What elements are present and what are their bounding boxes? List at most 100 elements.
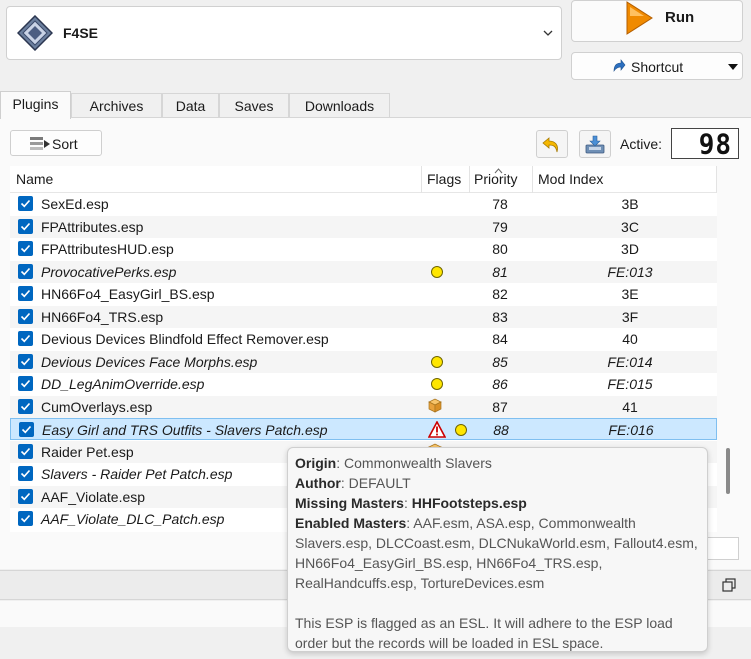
plugin-name: FPAttributesHUD.esp xyxy=(41,241,174,257)
esl-flag-icon xyxy=(455,424,467,436)
column-separator[interactable] xyxy=(532,166,533,193)
plugin-mod-index: 41 xyxy=(622,398,638,415)
column-flags-header[interactable]: Flags xyxy=(427,171,461,187)
plugin-enabled-checkbox[interactable] xyxy=(18,196,33,211)
column-name-header[interactable]: Name xyxy=(16,171,53,187)
plugin-mod-index: 3F xyxy=(621,308,639,325)
column-priority-header[interactable]: Priority xyxy=(474,171,518,187)
plugin-row[interactable]: FPAttributesHUD.esp 80 3D xyxy=(10,238,717,260)
plugin-priority: 85 xyxy=(492,353,508,370)
plugin-enabled-checkbox[interactable] xyxy=(18,286,33,301)
scrollbar-thumb[interactable] xyxy=(726,448,730,494)
check-icon xyxy=(20,267,31,275)
shortcut-button[interactable]: Shortcut xyxy=(571,52,743,80)
column-separator[interactable] xyxy=(469,166,470,193)
plugin-enabled-checkbox[interactable] xyxy=(18,488,33,504)
plugin-enabled-checkbox[interactable] xyxy=(19,422,34,437)
plugin-priority: 79 xyxy=(492,218,508,235)
list-header: Name Flags Priority Mod Index xyxy=(10,166,717,193)
plugin-name: DD_LegAnimOverride.esp xyxy=(41,376,205,392)
tab-plugins[interactable]: Plugins xyxy=(0,91,71,119)
plugin-row[interactable]: DD_LegAnimOverride.esp 86 FE:015 xyxy=(10,373,717,395)
plugin-name: Easy Girl and TRS Outfits - Slavers Patc… xyxy=(42,422,328,438)
check-icon xyxy=(20,357,31,365)
plugin-row[interactable]: SexEd.esp 78 3B xyxy=(10,193,717,215)
enabled-masters-line: AAF.esm, ASA.esp, Commonwealth xyxy=(413,515,636,531)
check-icon xyxy=(20,514,31,523)
plugin-name: AAF_Violate_DLC_Patch.esp xyxy=(41,511,225,527)
restore-window-icon[interactable] xyxy=(722,578,736,592)
active-count-label: Active: xyxy=(620,136,663,152)
plugin-mod-index: 3D xyxy=(621,241,639,257)
sort-label: Sort xyxy=(52,136,78,152)
plugin-row[interactable]: Easy Girl and TRS Outfits - Slavers Patc… xyxy=(10,418,717,440)
plugin-name: AAF_Violate.esp xyxy=(41,488,146,505)
tab-saves[interactable]: Saves xyxy=(219,93,289,118)
create-backup-button[interactable] xyxy=(579,130,611,158)
author-value: DEFAULT xyxy=(348,475,411,491)
restore-backup-button[interactable] xyxy=(536,130,568,158)
plugin-priority: 81 xyxy=(492,263,508,280)
esl-flag-icon xyxy=(431,265,443,278)
check-icon xyxy=(20,469,31,478)
tab-archives[interactable]: Archives xyxy=(71,93,162,118)
plugin-enabled-checkbox[interactable] xyxy=(18,241,33,256)
run-arrow-icon xyxy=(626,1,653,35)
run-button[interactable]: Run xyxy=(571,0,743,42)
plugin-enabled-checkbox[interactable] xyxy=(18,263,33,279)
tooltip-spacer xyxy=(295,593,707,613)
plugin-row[interactable]: Devious Devices Face Morphs.esp 85 FE:014 xyxy=(10,350,717,373)
plugin-row[interactable]: HN66Fo4_TRS.esp 83 3F xyxy=(10,305,717,328)
tooltip-author: Author: DEFAULT xyxy=(295,475,411,491)
active-count-value: 98 xyxy=(698,129,732,161)
check-icon xyxy=(20,402,31,410)
esl-flag-icon xyxy=(431,378,443,390)
plugin-enabled-checkbox[interactable] xyxy=(18,398,33,414)
origin-label: Origin xyxy=(295,455,337,471)
column-mod-index-header[interactable]: Mod Index xyxy=(538,171,603,187)
enabled-masters-label: Enabled Masters xyxy=(295,515,407,531)
sort-button[interactable]: Sort xyxy=(10,130,102,156)
plugin-priority: 88 xyxy=(493,422,509,438)
f4se-diamond-icon xyxy=(17,15,53,51)
missing-masters-value: HHFootsteps.esp xyxy=(411,495,527,511)
plugin-name: Devious Devices Blindfold Effect Remover… xyxy=(41,331,329,347)
plugin-row[interactable]: FPAttributes.esp 79 3C xyxy=(10,215,717,238)
plugin-row[interactable]: Devious Devices Blindfold Effect Remover… xyxy=(10,328,717,350)
tab-downloads[interactable]: Downloads xyxy=(289,93,390,118)
plugin-enabled-checkbox[interactable] xyxy=(18,466,33,481)
plugin-priority: 87 xyxy=(492,398,508,415)
enabled-masters-line: RealHandcuffs.esp, TortureDevices.esm xyxy=(295,575,545,591)
plugin-name: ProvocativePerks.esp xyxy=(41,263,177,280)
plugin-priority: 82 xyxy=(492,286,508,302)
caret-down-icon[interactable] xyxy=(728,64,738,70)
shortcut-arrow-icon xyxy=(613,59,626,72)
tab-bar: Plugins Archives Data Saves Downloads xyxy=(0,91,751,119)
plugin-enabled-checkbox[interactable] xyxy=(18,218,33,234)
plugin-name: Slavers - Raider Pet Patch.esp xyxy=(41,466,233,482)
missing-masters-label: Missing Masters xyxy=(295,495,404,511)
plugin-mod-index: FE:013 xyxy=(607,263,653,280)
run-label: Run xyxy=(665,9,695,26)
vertical-scrollbar[interactable] xyxy=(717,194,739,532)
plugin-name: CumOverlays.esp xyxy=(41,398,153,415)
plugin-enabled-checkbox[interactable] xyxy=(18,511,33,526)
archive-icon xyxy=(428,398,442,413)
plugin-enabled-checkbox[interactable] xyxy=(18,331,33,346)
plugin-mod-index: 3C xyxy=(621,218,639,235)
check-icon xyxy=(20,289,31,298)
plugin-row[interactable]: CumOverlays.esp 87 41 xyxy=(10,395,717,418)
plugin-row[interactable]: HN66Fo4_EasyGirl_BS.esp 82 3E xyxy=(10,283,717,305)
executable-select[interactable]: F4SE xyxy=(6,6,562,60)
check-icon xyxy=(20,379,31,388)
plugin-row[interactable]: ProvocativePerks.esp 81 FE:013 xyxy=(10,260,717,283)
tab-data[interactable]: Data xyxy=(162,93,219,118)
plugin-enabled-checkbox[interactable] xyxy=(18,308,33,324)
column-separator[interactable] xyxy=(421,166,422,193)
plugin-name: SexEd.esp xyxy=(41,196,109,212)
esl-note-line: This ESP is flagged as an ESL. It will a… xyxy=(295,615,673,631)
plugin-enabled-checkbox[interactable] xyxy=(18,376,33,391)
origin-value: Commonwealth Slavers xyxy=(344,455,492,471)
plugin-enabled-checkbox[interactable] xyxy=(18,353,33,369)
plugin-enabled-checkbox[interactable] xyxy=(18,443,33,459)
